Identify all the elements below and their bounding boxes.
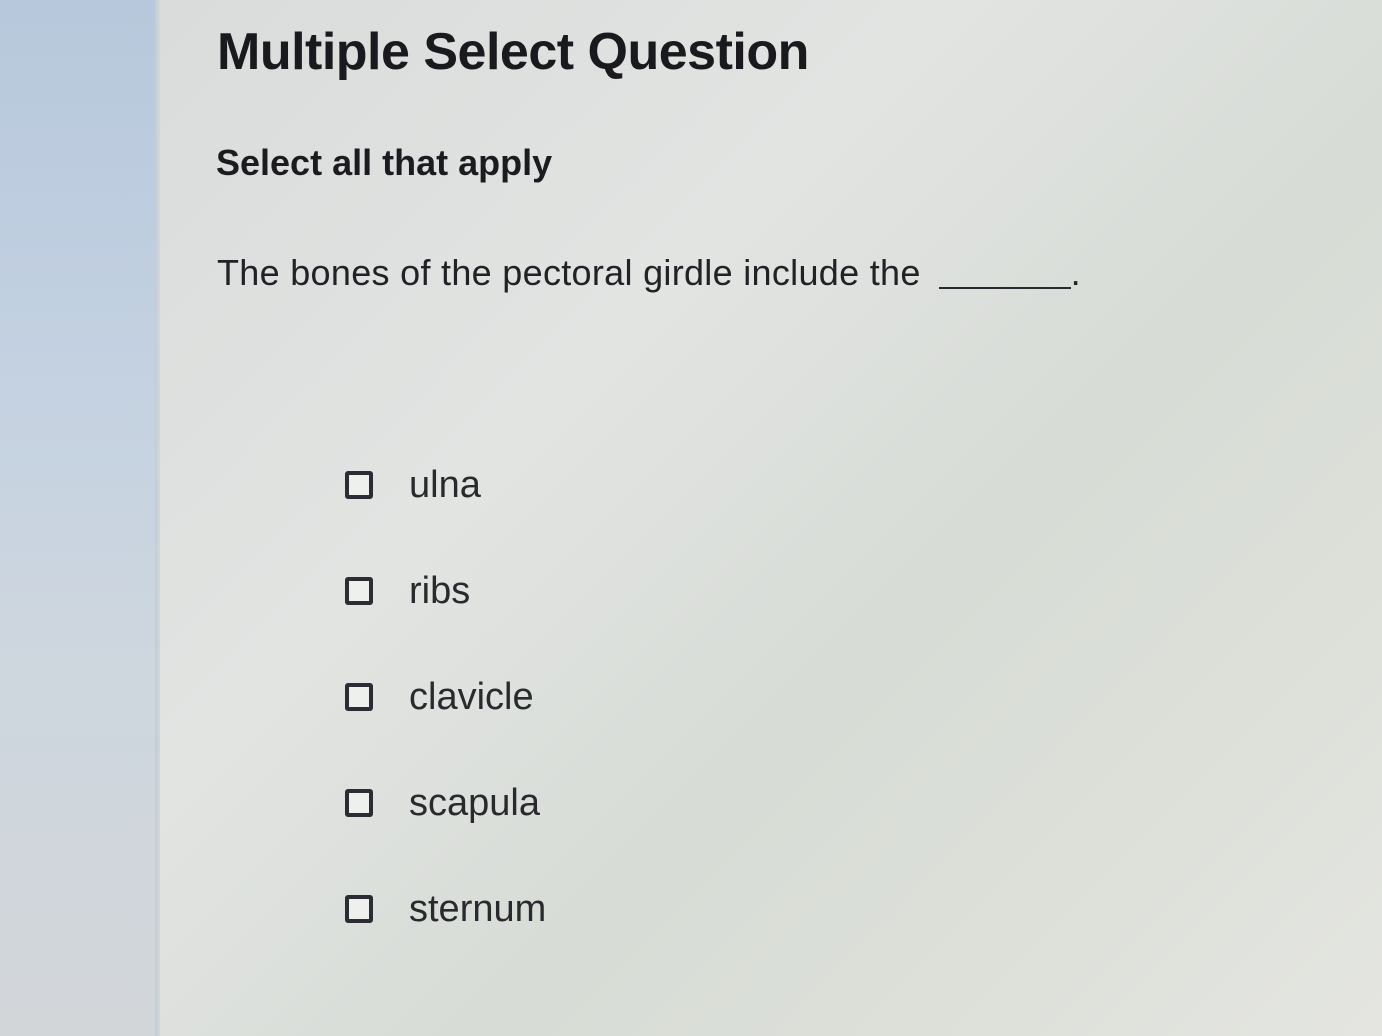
- prompt-text: The bones of the pectoral girdle include…: [217, 252, 921, 293]
- checkbox-ribs[interactable]: [345, 577, 373, 605]
- option-ribs[interactable]: ribs: [345, 561, 745, 621]
- left-panel: [0, 0, 158, 1036]
- checkbox-sternum[interactable]: [345, 895, 373, 923]
- answer-options: ulna ribs clavicle scapula sternum: [345, 455, 745, 985]
- answer-blank: [938, 287, 1071, 289]
- option-scapula[interactable]: scapula: [345, 773, 745, 833]
- checkbox-clavicle[interactable]: [345, 683, 373, 711]
- option-label-clavicle: clavicle: [409, 675, 534, 718]
- option-sternum[interactable]: sternum: [345, 879, 745, 939]
- checkbox-scapula[interactable]: [345, 789, 373, 817]
- option-label-ulna: ulna: [409, 463, 481, 506]
- prompt-period: .: [1070, 252, 1081, 293]
- option-clavicle[interactable]: clavicle: [345, 667, 745, 727]
- option-label-sternum: sternum: [409, 887, 547, 930]
- option-ulna[interactable]: ulna: [345, 455, 745, 515]
- question-type-title: Multiple Select Question: [217, 23, 809, 81]
- instruction-text: Select all that apply: [216, 142, 553, 183]
- option-label-ribs: ribs: [409, 569, 471, 612]
- checkbox-ulna[interactable]: [345, 471, 373, 499]
- option-label-scapula: scapula: [409, 781, 540, 824]
- question-prompt: The bones of the pectoral girdle include…: [217, 252, 1081, 294]
